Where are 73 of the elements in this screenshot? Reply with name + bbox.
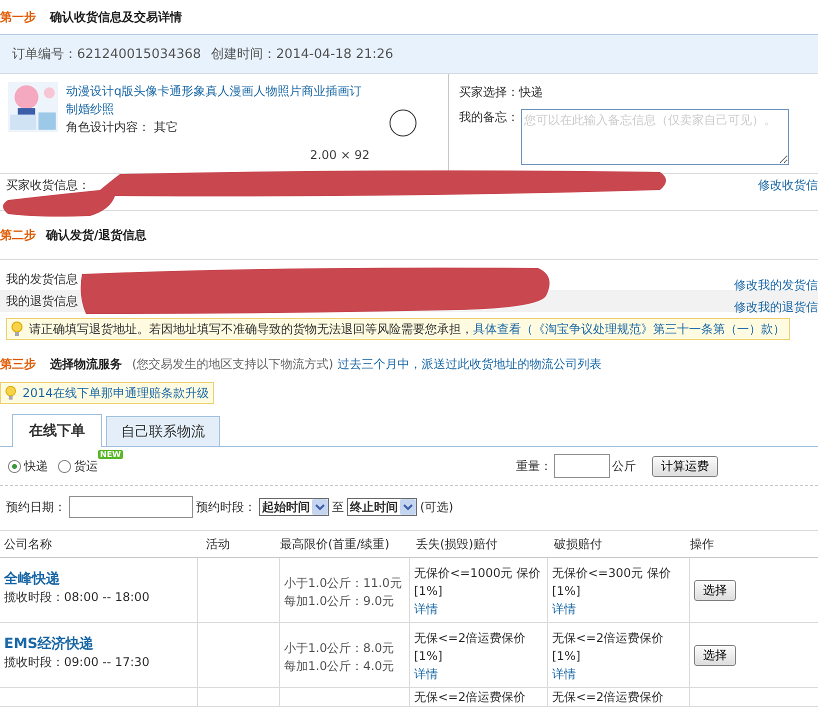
damage-compensation: 无保价<=300元 保价[1%] — [552, 565, 672, 600]
dropdown-icon — [312, 499, 328, 515]
date-label: 预约日期： — [6, 498, 66, 516]
details-link[interactable]: 详情 — [552, 602, 576, 616]
price-limit: 小于1.0公斤：8.0元 — [284, 640, 396, 657]
price-limit: 每加1.0公斤：9.0元 — [284, 593, 396, 610]
announcement-link[interactable]: 2014在线下单那申通理赔条款升级 — [22, 384, 209, 402]
lightbulb-icon — [5, 385, 16, 401]
column-header: 公司名称 — [4, 536, 52, 550]
radio-button[interactable] — [58, 460, 71, 472]
radio-label: 快递 — [24, 458, 48, 474]
step-note: (您交易发生的地区支持以下物流方式) — [132, 356, 334, 372]
column-header: 最高限价(首重/续重) — [280, 536, 390, 550]
select-button[interactable]: 选择 — [694, 580, 736, 600]
select-button[interactable]: 选择 — [694, 644, 736, 666]
step-number: 第二步 — [0, 226, 36, 244]
dropdown-icon — [400, 499, 416, 515]
step-title: 确认收货信息及交易详情 — [50, 8, 182, 26]
weight-field[interactable] — [554, 454, 610, 478]
unit-label: 公斤 — [612, 458, 636, 474]
date-field[interactable] — [69, 496, 193, 518]
optional-note: (可选) — [420, 498, 454, 516]
info-label: 我的退货信息 — [6, 292, 78, 310]
pickup-hours: 揽收时段：09:00 -- 17:30 — [4, 654, 150, 671]
step-title: 选择物流服务 — [50, 356, 122, 372]
loss-compensation: 无保<=2倍运费保价 — [414, 689, 527, 706]
details-link[interactable]: 详情 — [414, 602, 438, 616]
damage-compensation: 无保<=2倍运费保价 — [552, 689, 665, 706]
product-option: 角色设计内容： 其它 — [66, 118, 366, 136]
address-label: 买家收货信息： — [6, 176, 90, 194]
lightbulb-icon — [11, 321, 23, 337]
step-number: 第三步 — [0, 356, 36, 372]
calculate-button[interactable]: 计算运费 — [652, 456, 718, 476]
carrier-name: EMS经济快递 — [4, 635, 95, 653]
radio-button[interactable] — [8, 460, 21, 472]
circle-icon — [389, 109, 417, 137]
rule-link[interactable]: 具体查看（《淘宝争议处理规范》第三十一条第（一）款） — [473, 320, 785, 338]
order-number: 订单编号：621240015034368 — [12, 46, 202, 63]
weight-label: 重量： — [516, 458, 552, 474]
loss-compensation: 无保<=2倍运费保价[1%] — [414, 630, 527, 665]
damage-compensation: 无保<=2倍运费保价[1%] — [552, 630, 665, 665]
pickup-hours: 揽收时段：08:00 -- 18:00 — [4, 589, 150, 606]
radio-label: 货运 — [74, 458, 98, 474]
to-label: 至 — [332, 498, 344, 516]
edit-info-link[interactable]: 修改我的发货信 — [734, 276, 818, 294]
start-time-select[interactable]: 起始时间 — [259, 498, 329, 516]
column-header: 活动 — [206, 536, 230, 550]
buyer-choice: 买家选择：快递 — [459, 84, 544, 101]
step-title: 确认发货/退货信息 — [46, 226, 146, 244]
period-label: 预约时段： — [196, 498, 256, 516]
step-number: 第一步 — [0, 8, 36, 26]
memo-label: 我的备忘： — [459, 109, 519, 126]
loss-compensation: 无保价<=1000元 保价[1%] — [414, 565, 542, 600]
price-quantity: 2.00 × 92 — [310, 148, 370, 162]
product-link[interactable]: 动漫设计q版头像卡通形象真人漫画人物照片商业插画订制婚纱照 — [66, 82, 366, 118]
edit-info-link[interactable]: 修改我的退货信 — [734, 298, 818, 316]
edit-address-link[interactable]: 修改收货信 — [758, 176, 818, 194]
notice-text: 请正确填写退货地址。若因地址填写不准确导致的货物无法退回等风险需要您承担， — [29, 320, 473, 338]
carrier-history-link[interactable]: 过去三个月中，派送过此收货地址的物流公司列表 — [337, 356, 602, 372]
new-badge: NEW — [98, 450, 123, 458]
carrier-name: 全峰快递 — [4, 570, 61, 588]
column-header: 丢失(损毁)赔付 — [416, 536, 498, 550]
end-time-select[interactable]: 终止时间 — [347, 498, 417, 516]
price-limit: 小于1.0公斤：11.0元 — [284, 575, 403, 592]
details-link[interactable]: 详情 — [552, 667, 576, 681]
tab[interactable]: 在线下单 — [12, 414, 102, 447]
details-link[interactable]: 详情 — [414, 667, 438, 681]
price-limit: 每加1.0公斤：4.0元 — [284, 658, 396, 675]
tab[interactable]: 自己联系物流 — [106, 416, 220, 446]
column-header: 破损赔付 — [554, 536, 602, 550]
column-header: 操作 — [690, 536, 714, 550]
info-label: 我的发货信息 — [6, 270, 78, 288]
created-time: 创建时间：2014-04-18 21:26 — [211, 46, 394, 63]
